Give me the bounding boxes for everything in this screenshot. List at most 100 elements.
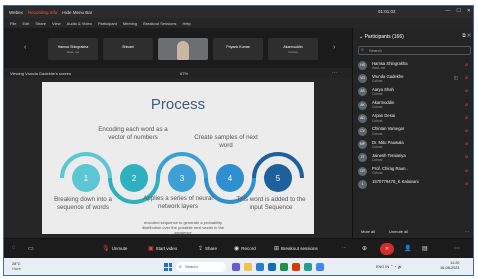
webex-taskbar-icon[interactable] [304, 263, 312, 271]
menu-participant[interactable]: Participant [98, 21, 117, 26]
hide-menu-bar-button[interactable]: Hide Menu Bar [62, 10, 92, 15]
participant-row[interactable]: VG Vrunda Gadekhe Cohost ◫ ⌀ [353, 72, 473, 85]
reactions-icon[interactable]: ◌ [12, 245, 18, 251]
captions-icon[interactable]: ▭ [28, 245, 36, 252]
mic-muted-icon[interactable]: ⌀ [465, 75, 468, 81]
mic-muted-icon[interactable]: ⌀ [465, 62, 468, 68]
video-tile[interactable]: Hamsa Shingrakha Host, me [48, 38, 98, 60]
mic-muted-icon[interactable]: ⌀ [465, 88, 468, 94]
powerpoint-icon[interactable] [292, 263, 300, 271]
process-step-number: 4 [228, 174, 233, 183]
avatar: HS [358, 61, 367, 70]
mic-muted-icon[interactable]: ⌀ [465, 115, 468, 121]
participant-role: Cohost [372, 92, 383, 97]
search-placeholder: Search [369, 48, 382, 53]
share-icon: ⇪ [198, 246, 204, 252]
video-gallery-strip: ‹ Hamsa Shingrakha Host, me Shivani Priy… [4, 28, 352, 68]
outlook-icon[interactable] [268, 263, 276, 271]
avatar: JT [358, 153, 367, 163]
participants-icon[interactable]: 👤 [404, 245, 413, 252]
menu-file[interactable]: File [10, 21, 16, 26]
more-panels-icon[interactable]: ⋯ [454, 245, 462, 252]
participant-role: Cohost [372, 118, 383, 123]
participant-name: Jainesh Teraiariya [372, 152, 406, 158]
view-options-button[interactable]: ⋯ [332, 70, 337, 76]
video-tile-active[interactable] [158, 38, 208, 60]
menu-share[interactable]: Share [35, 21, 46, 26]
close-window-button[interactable]: ✕ [467, 8, 471, 14]
task-view-icon[interactable] [232, 263, 240, 271]
viewing-label: Viewing Vrunda Gadekhe's screen [10, 70, 72, 76]
video-tile[interactable]: Akarmuddin Cohost [268, 38, 318, 60]
participant-list: HS Hamsa Shingrakha Host, me ⌀ VG Vrunda Gade… [353, 59, 473, 191]
mute-all-button[interactable]: Mute all [361, 229, 375, 234]
menu-edit[interactable]: Edit [22, 21, 29, 26]
start-video-button[interactable]: ▣ Start video [148, 245, 177, 252]
mic-muted-icon[interactable]: ⌀ [465, 128, 468, 134]
participant-name: Dr. Mitu Pauwala [372, 139, 404, 145]
file-explorer-icon[interactable] [244, 263, 252, 271]
participant-row[interactable]: AK Akarmuddin Cohost ⌀ [353, 99, 473, 112]
clock-date: 16-08-2023 [440, 265, 460, 270]
windows-start-icon[interactable] [164, 263, 172, 271]
participant-row[interactable]: AD Arpan Desai Cohost ⌀ [353, 112, 473, 125]
unmute-all-button[interactable]: Unmute all [389, 229, 408, 234]
gallery-next-icon[interactable]: › [333, 44, 335, 51]
taskbar-search-label: Search [185, 264, 198, 269]
edge-icon[interactable] [256, 263, 264, 271]
menu-bar: File Edit Share View Audio & Video Parti… [4, 18, 473, 28]
video-tile[interactable]: Priyank Kumar [213, 38, 263, 60]
participant-row[interactable]: 1 1570779478_K.Kalaivani ⌀ [353, 178, 473, 191]
apps-icon[interactable]: ⊕ [362, 245, 369, 252]
popout-icon[interactable]: ⧉ ✕ [462, 33, 471, 39]
mic-muted-icon[interactable]: ⌀ [465, 154, 468, 160]
menu-help[interactable]: Help [182, 21, 190, 26]
taskbar-clock[interactable]: 11:20 16-08-2023 [440, 261, 459, 271]
more-options-icon[interactable]: ⋯ [465, 229, 469, 234]
menu-meeting[interactable]: Meeting [123, 21, 137, 26]
record-icon: ◉ [234, 246, 240, 252]
minimize-button[interactable]: — [445, 8, 450, 14]
menu-audio-video[interactable]: Audio & Video [67, 21, 92, 26]
chrome-icon[interactable] [316, 263, 324, 271]
weather-widget[interactable]: 28°C Haze [12, 262, 21, 271]
maximize-button[interactable]: ☐ [456, 8, 460, 14]
camera-icon: ◫ [453, 75, 458, 81]
mic-muted-icon[interactable]: ⌀ [465, 141, 468, 147]
step2-text: Encoding each word as a vector of number… [98, 126, 168, 141]
meeting-timer: 01:01:02 [378, 9, 396, 14]
record-button[interactable]: ◉ Record [234, 245, 256, 252]
mic-muted-icon: 🎙 [102, 246, 110, 252]
process-step-number: 5 [276, 174, 281, 183]
mic-muted-icon[interactable]: ⌀ [465, 102, 468, 108]
excel-icon[interactable] [280, 263, 288, 271]
participant-row[interactable]: CR Prof. Chirag Raun.. Cohost ⌀ [353, 165, 473, 178]
end-meeting-button[interactable]: ✕ [380, 243, 394, 255]
unmute-button[interactable]: 🎙 Unmute [102, 245, 127, 252]
chat-icon[interactable]: ▤ [422, 245, 430, 252]
more-button[interactable]: ··· [342, 245, 347, 250]
participants-footer: Mute all Unmute all ⋯ [353, 227, 473, 237]
language-indicator: ENG IN [376, 265, 390, 269]
participants-search-input[interactable]: ⌕ Search [358, 46, 471, 55]
system-tray[interactable]: ENG IN ⌃ ◔ 🔊 [376, 264, 402, 269]
menu-view[interactable]: View [52, 21, 61, 26]
participant-row[interactable]: MP Dr. Mitu Pauwala Cohost ⌀ [353, 138, 473, 151]
mic-muted-icon[interactable]: ⌀ [465, 168, 468, 174]
participant-row[interactable]: JT Jainesh Teraiariya Cohost ⌀ [353, 151, 473, 164]
weather-temp: 28°C [12, 262, 21, 266]
step3-text: Applies a series of neural network layer… [143, 195, 213, 210]
participant-row[interactable]: CV Chintan Vamegar Cohost ⌀ [353, 125, 473, 138]
participant-row[interactable]: AS Aarya Shah Cohost ⌀ [353, 85, 473, 98]
participant-role: Cohost [372, 144, 383, 149]
video-tile[interactable]: Shivani [103, 38, 153, 60]
recording-info-button[interactable]: Recording Info [28, 10, 57, 15]
participant-row[interactable]: HS Hamsa Shingrakha Host, me ⌀ [353, 59, 473, 72]
breakout-sessions-button[interactable]: ⊞ Breakout sessions [274, 245, 318, 252]
share-button[interactable]: ⇪ Share [198, 245, 217, 252]
zoom-level-dropdown[interactable]: 67% [180, 71, 188, 76]
gallery-prev-icon[interactable]: ‹ [24, 44, 26, 51]
mic-muted-icon[interactable]: ⌀ [465, 181, 468, 187]
taskbar-search-input[interactable]: ⌕ Search [176, 262, 226, 272]
menu-breakout-sessions[interactable]: Breakout Sessions [143, 21, 176, 26]
